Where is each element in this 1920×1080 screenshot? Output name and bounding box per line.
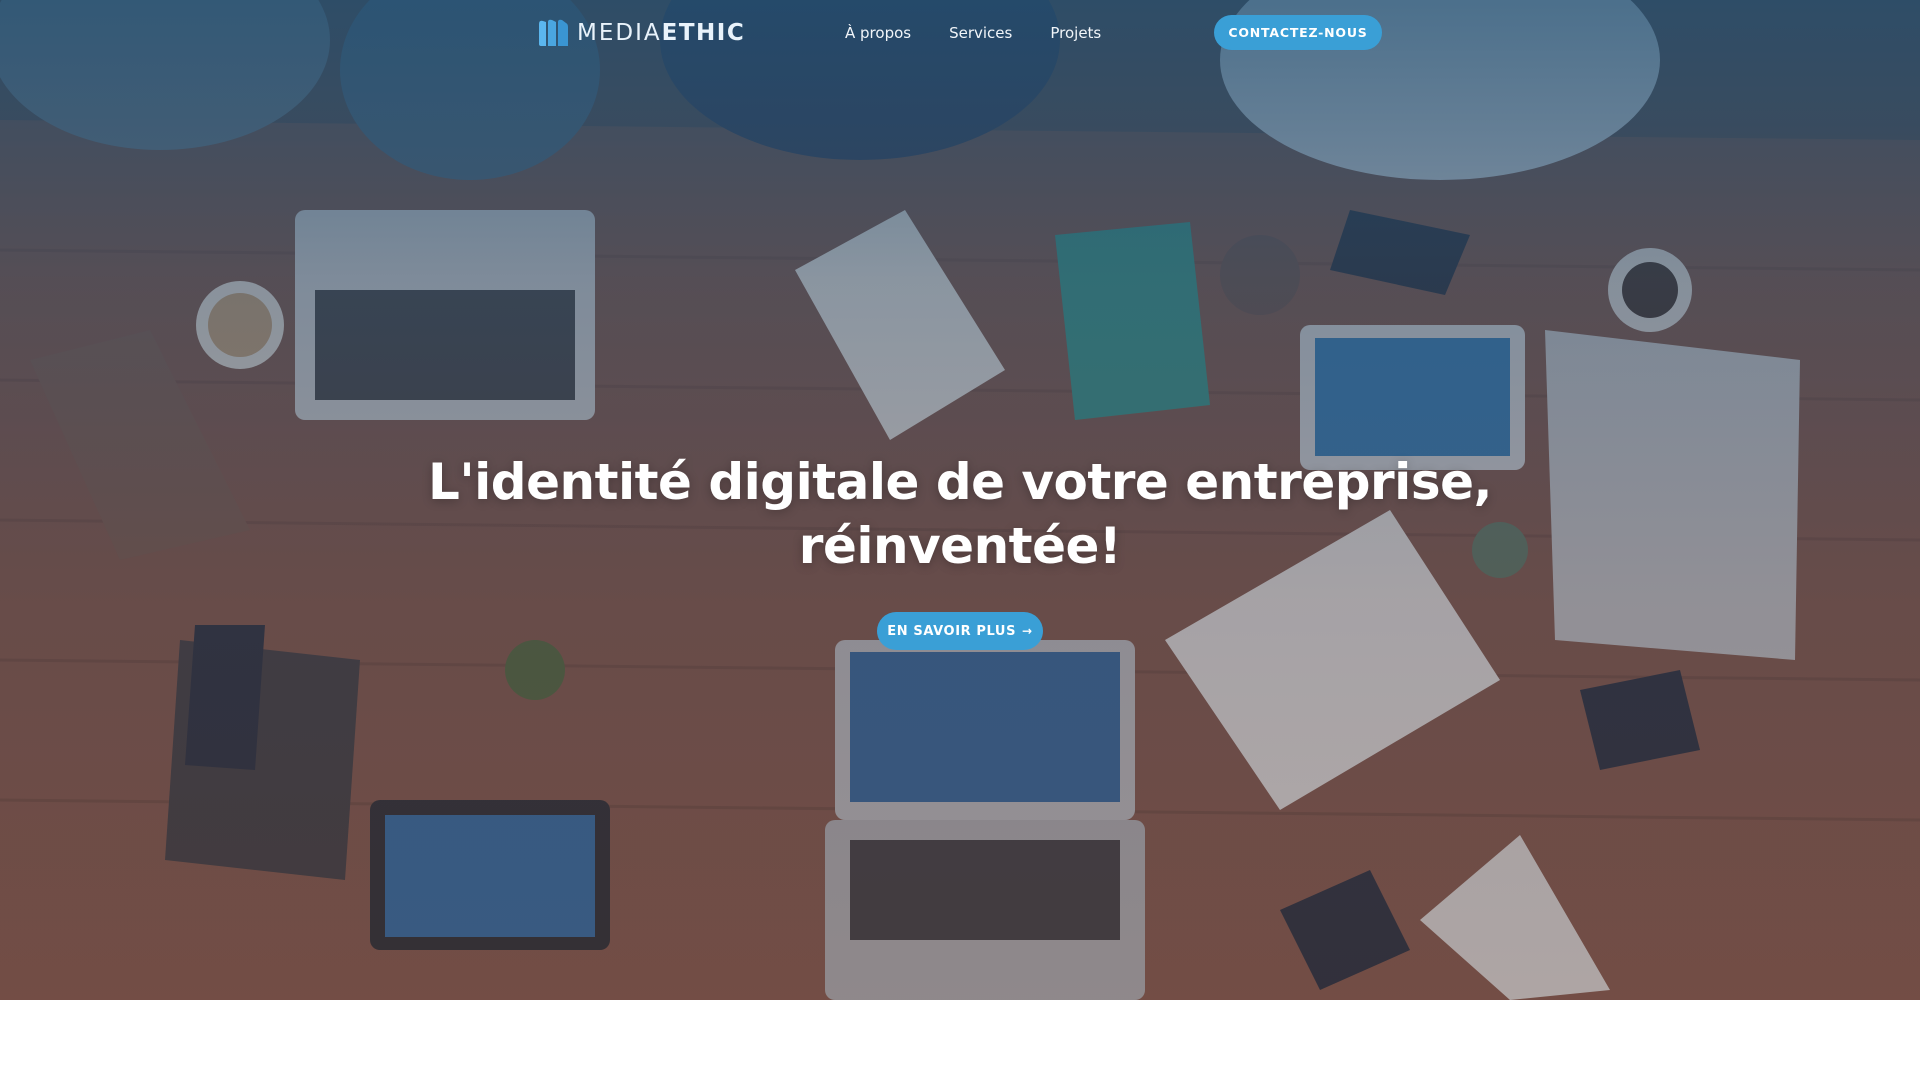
nav-links: À propos Services Projets xyxy=(845,22,1101,44)
brand-name-light: MEDIA xyxy=(577,20,662,46)
hero-headline-line-1: L'identité digitale de votre entreprise, xyxy=(428,453,1492,511)
arrow-right-icon: → xyxy=(1022,624,1033,638)
top-navbar: MEDIAETHIC À propos Services Projets CON… xyxy=(0,0,1920,66)
nav-link-services[interactable]: Services xyxy=(949,22,1012,44)
nav-link-a-propos[interactable]: À propos xyxy=(845,22,911,44)
learn-more-button[interactable]: EN SAVOIR PLUS → xyxy=(877,612,1043,650)
learn-more-label: EN SAVOIR PLUS xyxy=(887,623,1017,639)
brand-name-bold: ETHIC xyxy=(661,20,746,46)
hero-section: MEDIAETHIC À propos Services Projets CON… xyxy=(0,0,1920,1000)
hero-headline: L'identité digitale de votre entreprise,… xyxy=(360,450,1560,578)
nav-link-projets[interactable]: Projets xyxy=(1050,22,1101,44)
brand-logo[interactable]: MEDIAETHIC xyxy=(537,18,745,48)
brand-wordmark: MEDIAETHIC xyxy=(577,18,745,48)
contact-button[interactable]: CONTACTEZ-NOUS xyxy=(1214,15,1382,50)
hero-headline-line-2: réinventée! xyxy=(798,517,1122,575)
mediaethic-logo-icon xyxy=(539,19,568,46)
